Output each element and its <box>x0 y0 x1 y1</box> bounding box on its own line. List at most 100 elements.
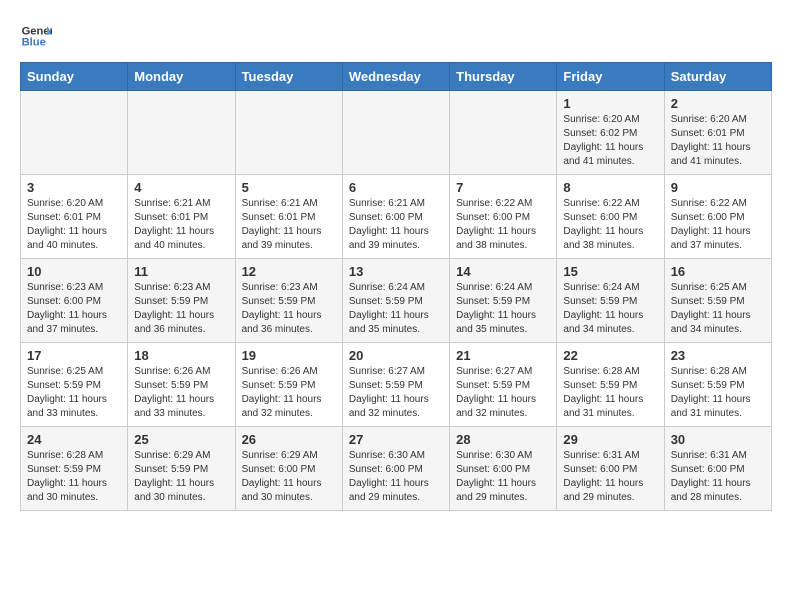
calendar-cell: 22Sunrise: 6:28 AM Sunset: 5:59 PM Dayli… <box>557 343 664 427</box>
calendar-cell: 21 Sunrise: 6:27 AM Sunset: 5:59 PM Dayli… <box>450 343 557 427</box>
day-number: 11 <box>134 264 228 279</box>
day-info: Sunrise: 6:24 AM Sunset: 5:59 PM Dayligh… <box>563 281 657 337</box>
calendar-cell: 25 Sunrise: 6:29 AM Sunset: 5:59 PM Dayli… <box>128 427 235 511</box>
calendar-cell: 2 Sunrise: 6:20 AM Sunset: 6:01 PM Daylig… <box>664 91 771 175</box>
day-info: Sunrise: 6:29 AM Sunset: 5:59 PM Dayligh… <box>134 449 228 505</box>
calendar-cell: 12 Sunrise: 6:23 AM Sunset: 5:59 PM Dayli… <box>235 259 342 343</box>
day-info: Sunrise: 6:24 AM Sunset: 5:59 PM Dayligh… <box>456 281 550 337</box>
calendar-cell: 24 Sunrise: 6:28 AM Sunset: 5:59 PM Dayli… <box>21 427 128 511</box>
day-info: Sunrise: 6:25 AM Sunset: 5:59 PM Dayligh… <box>27 365 121 421</box>
calendar-header-row: SundayMondayTuesdayWednesdayThursdayFrid… <box>21 63 772 91</box>
logo-icon: General Blue <box>20 20 52 52</box>
calendar-table: SundayMondayTuesdayWednesdayThursdayFrid… <box>20 62 772 511</box>
calendar-cell: 11 Sunrise: 6:23 AM Sunset: 5:59 PM Dayli… <box>128 259 235 343</box>
header-tuesday: Tuesday <box>235 63 342 91</box>
calendar-cell: 29 Sunrise: 6:31 AM Sunset: 6:00 PM Dayli… <box>557 427 664 511</box>
day-number: 12 <box>242 264 336 279</box>
header-monday: Monday <box>128 63 235 91</box>
day-number: 4 <box>134 180 228 195</box>
calendar-cell <box>21 91 128 175</box>
day-info: Sunrise: 6:29 AM Sunset: 6:00 PM Dayligh… <box>242 449 336 505</box>
header-thursday: Thursday <box>450 63 557 91</box>
day-info: Sunrise: 6:27 AM Sunset: 5:59 PM Dayligh… <box>349 365 443 421</box>
calendar-cell: 27 Sunrise: 6:30 AM Sunset: 6:00 PM Dayli… <box>342 427 449 511</box>
page-header: General Blue <box>20 20 772 52</box>
day-info: Sunrise: 6:28 AM Sunset: 5:59 PM Dayligh… <box>27 449 121 505</box>
day-number: 19 <box>242 348 336 363</box>
day-info: Sunrise: 6:23 AM Sunset: 5:59 PM Dayligh… <box>134 281 228 337</box>
day-info: Sunrise: 6:26 AM Sunset: 5:59 PM Dayligh… <box>134 365 228 421</box>
day-info: Sunrise: 6:30 AM Sunset: 6:00 PM Dayligh… <box>456 449 550 505</box>
calendar-cell: 15Sunrise: 6:24 AM Sunset: 5:59 PM Dayli… <box>557 259 664 343</box>
calendar-cell: 4Sunrise: 6:21 AM Sunset: 6:01 PM Daylig… <box>128 175 235 259</box>
day-number: 29 <box>563 432 657 447</box>
day-number: 13 <box>349 264 443 279</box>
day-info: Sunrise: 6:23 AM Sunset: 5:59 PM Dayligh… <box>242 281 336 337</box>
day-info: Sunrise: 6:20 AM Sunset: 6:02 PM Dayligh… <box>563 113 657 169</box>
calendar-cell: 18Sunrise: 6:26 AM Sunset: 5:59 PM Dayli… <box>128 343 235 427</box>
day-number: 10 <box>27 264 121 279</box>
calendar-cell: 8 Sunrise: 6:22 AM Sunset: 6:00 PM Daylig… <box>557 175 664 259</box>
day-number: 9 <box>671 180 765 195</box>
svg-text:Blue: Blue <box>22 37 46 49</box>
calendar-cell: 20Sunrise: 6:27 AM Sunset: 5:59 PM Dayli… <box>342 343 449 427</box>
day-info: Sunrise: 6:21 AM Sunset: 6:00 PM Dayligh… <box>349 197 443 253</box>
week-row-3: 10 Sunrise: 6:23 AM Sunset: 6:00 PM Dayli… <box>21 259 772 343</box>
day-number: 1 <box>563 96 657 111</box>
day-info: Sunrise: 6:25 AM Sunset: 5:59 PM Dayligh… <box>671 281 765 337</box>
day-number: 6 <box>349 180 443 195</box>
week-row-4: 17 Sunrise: 6:25 AM Sunset: 5:59 PM Dayli… <box>21 343 772 427</box>
day-info: Sunrise: 6:23 AM Sunset: 6:00 PM Dayligh… <box>27 281 121 337</box>
day-number: 24 <box>27 432 121 447</box>
calendar-cell: 26 Sunrise: 6:29 AM Sunset: 6:00 PM Dayli… <box>235 427 342 511</box>
day-info: Sunrise: 6:31 AM Sunset: 6:00 PM Dayligh… <box>563 449 657 505</box>
day-number: 30 <box>671 432 765 447</box>
day-number: 25 <box>134 432 228 447</box>
day-number: 21 <box>456 348 550 363</box>
calendar-cell <box>128 91 235 175</box>
day-number: 3 <box>27 180 121 195</box>
day-number: 8 <box>563 180 657 195</box>
calendar-cell: 5Sunrise: 6:21 AM Sunset: 6:01 PM Daylig… <box>235 175 342 259</box>
day-number: 27 <box>349 432 443 447</box>
day-number: 2 <box>671 96 765 111</box>
day-info: Sunrise: 6:31 AM Sunset: 6:00 PM Dayligh… <box>671 449 765 505</box>
header-wednesday: Wednesday <box>342 63 449 91</box>
calendar-cell <box>450 91 557 175</box>
day-info: Sunrise: 6:22 AM Sunset: 6:00 PM Dayligh… <box>563 197 657 253</box>
day-info: Sunrise: 6:22 AM Sunset: 6:00 PM Dayligh… <box>456 197 550 253</box>
calendar-cell: 14 Sunrise: 6:24 AM Sunset: 5:59 PM Dayli… <box>450 259 557 343</box>
calendar-cell: 30 Sunrise: 6:31 AM Sunset: 6:00 PM Dayli… <box>664 427 771 511</box>
calendar-cell: 3 Sunrise: 6:20 AM Sunset: 6:01 PM Daylig… <box>21 175 128 259</box>
day-number: 14 <box>456 264 550 279</box>
day-info: Sunrise: 6:28 AM Sunset: 5:59 PM Dayligh… <box>671 365 765 421</box>
header-saturday: Saturday <box>664 63 771 91</box>
calendar-cell: 1 Sunrise: 6:20 AM Sunset: 6:02 PM Daylig… <box>557 91 664 175</box>
header-friday: Friday <box>557 63 664 91</box>
calendar-cell: 10 Sunrise: 6:23 AM Sunset: 6:00 PM Dayli… <box>21 259 128 343</box>
day-number: 16 <box>671 264 765 279</box>
day-number: 22 <box>563 348 657 363</box>
calendar-cell: 28 Sunrise: 6:30 AM Sunset: 6:00 PM Dayli… <box>450 427 557 511</box>
calendar-cell: 9 Sunrise: 6:22 AM Sunset: 6:00 PM Daylig… <box>664 175 771 259</box>
calendar-cell: 7 Sunrise: 6:22 AM Sunset: 6:00 PM Daylig… <box>450 175 557 259</box>
day-info: Sunrise: 6:30 AM Sunset: 6:00 PM Dayligh… <box>349 449 443 505</box>
logo: General Blue <box>20 20 56 52</box>
day-number: 28 <box>456 432 550 447</box>
day-info: Sunrise: 6:24 AM Sunset: 5:59 PM Dayligh… <box>349 281 443 337</box>
calendar-cell: 19Sunrise: 6:26 AM Sunset: 5:59 PM Dayli… <box>235 343 342 427</box>
day-number: 26 <box>242 432 336 447</box>
week-row-2: 3 Sunrise: 6:20 AM Sunset: 6:01 PM Daylig… <box>21 175 772 259</box>
day-number: 17 <box>27 348 121 363</box>
calendar-cell <box>342 91 449 175</box>
day-number: 7 <box>456 180 550 195</box>
day-info: Sunrise: 6:22 AM Sunset: 6:00 PM Dayligh… <box>671 197 765 253</box>
day-info: Sunrise: 6:20 AM Sunset: 6:01 PM Dayligh… <box>27 197 121 253</box>
day-info: Sunrise: 6:20 AM Sunset: 6:01 PM Dayligh… <box>671 113 765 169</box>
header-sunday: Sunday <box>21 63 128 91</box>
day-number: 23 <box>671 348 765 363</box>
calendar-cell: 23 Sunrise: 6:28 AM Sunset: 5:59 PM Dayli… <box>664 343 771 427</box>
calendar-cell: 6 Sunrise: 6:21 AM Sunset: 6:00 PM Daylig… <box>342 175 449 259</box>
day-info: Sunrise: 6:27 AM Sunset: 5:59 PM Dayligh… <box>456 365 550 421</box>
calendar-cell: 13 Sunrise: 6:24 AM Sunset: 5:59 PM Dayli… <box>342 259 449 343</box>
